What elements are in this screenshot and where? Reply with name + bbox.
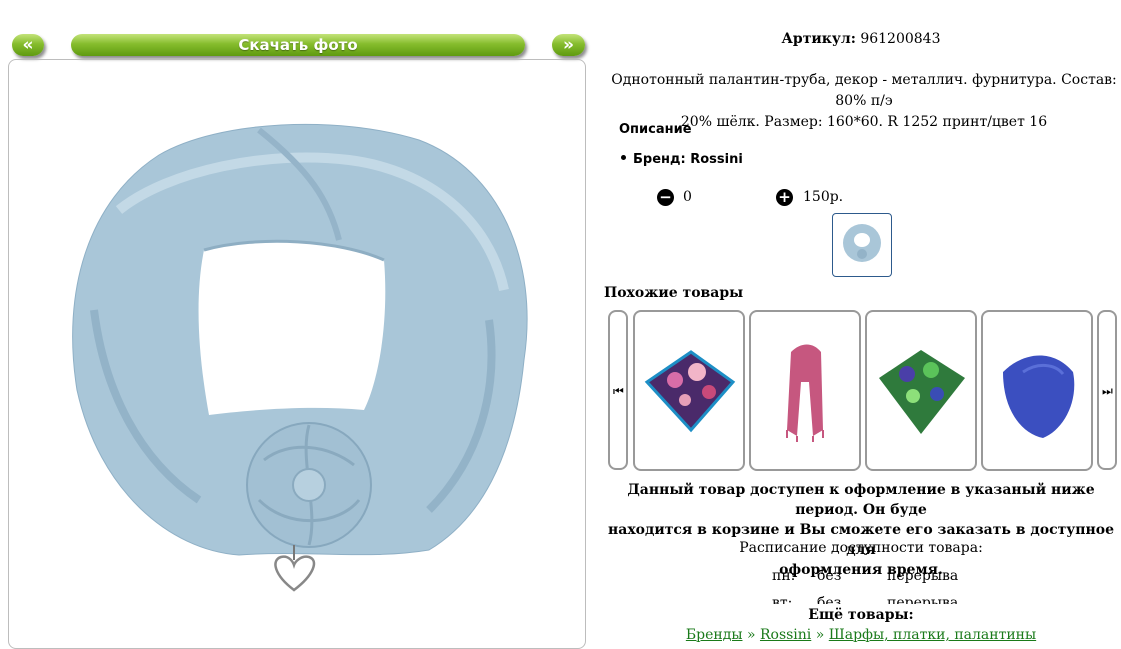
- availability-line: Данный товар доступен к оформление в ука…: [627, 482, 1095, 518]
- scarf-image: [72, 123, 528, 592]
- schedule-day: пн:: [772, 568, 796, 584]
- skip-forward-icon: ⏭: [1102, 384, 1113, 398]
- skip-back-icon: ⏮: [613, 384, 624, 398]
- schedule-row: вт: без перерыва: [594, 595, 1121, 604]
- schedule-row: пн: без перерыва: [594, 568, 1121, 588]
- schedule-table: пн: без перерыва вт: без перерыва: [594, 564, 1121, 604]
- floral-square-scarf-icon: [644, 350, 736, 433]
- product-thumbnail[interactable]: [832, 213, 892, 277]
- blue-scarf-icon: [1003, 355, 1075, 438]
- breadcrumb: Бренды » Rossini » Шарфы, платки, палант…: [594, 627, 1121, 643]
- brand-label: Бренд: Rossini: [633, 152, 743, 167]
- similar-item[interactable]: [981, 310, 1093, 471]
- similar-item[interactable]: [633, 310, 745, 471]
- download-photo-button[interactable]: Скачать фото: [71, 34, 525, 56]
- bullet-icon: [621, 155, 626, 160]
- green-floral-square-scarf-icon: [879, 350, 965, 434]
- breadcrumb-separator: »: [746, 627, 756, 643]
- schedule-from: без: [817, 568, 842, 584]
- minus-icon[interactable]: −: [657, 189, 674, 206]
- carousel-next-button[interactable]: ⏭: [1097, 310, 1117, 470]
- similar-item[interactable]: [865, 310, 977, 471]
- brand-item: Бренд: Rossini: [621, 152, 743, 167]
- breadcrumb-separator: »: [815, 627, 825, 643]
- more-products-title: Ещё товары:: [808, 607, 914, 623]
- section-title-description: Описание: [619, 122, 692, 137]
- article-number: Артикул: 961200843: [594, 31, 1121, 47]
- breadcrumb-link[interactable]: Шарфы, платки, палантины: [829, 627, 1036, 643]
- article-value: 961200843: [860, 31, 941, 47]
- similar-item[interactable]: [749, 310, 861, 471]
- price-value: 150р.: [803, 189, 844, 205]
- next-photo-button[interactable]: »: [552, 34, 585, 56]
- schedule-to: перерыва: [887, 568, 959, 584]
- article-label: Артикул:: [781, 31, 856, 47]
- schedule-day: вт:: [772, 595, 793, 604]
- main-product-photo: [8, 59, 586, 649]
- plus-icon[interactable]: +: [776, 189, 793, 206]
- similar-products-title: Похожие товары: [604, 285, 744, 301]
- schedule-title: Расписание доступности товара:: [739, 540, 983, 556]
- schedule-from: без: [817, 595, 842, 604]
- scarf-thumbnail-image: [843, 224, 881, 262]
- prev-photo-button[interactable]: «: [12, 34, 44, 56]
- breadcrumb-link[interactable]: Rossini: [760, 627, 811, 643]
- schedule-to: перерыва: [887, 595, 959, 604]
- carousel-prev-button[interactable]: ⏮: [608, 310, 628, 470]
- pink-long-scarf-icon: [786, 344, 824, 442]
- breadcrumb-link[interactable]: Бренды: [686, 627, 743, 643]
- quantity-value: 0: [683, 189, 692, 205]
- description-line: Однотонный палантин-труба, декор - метал…: [611, 72, 1117, 109]
